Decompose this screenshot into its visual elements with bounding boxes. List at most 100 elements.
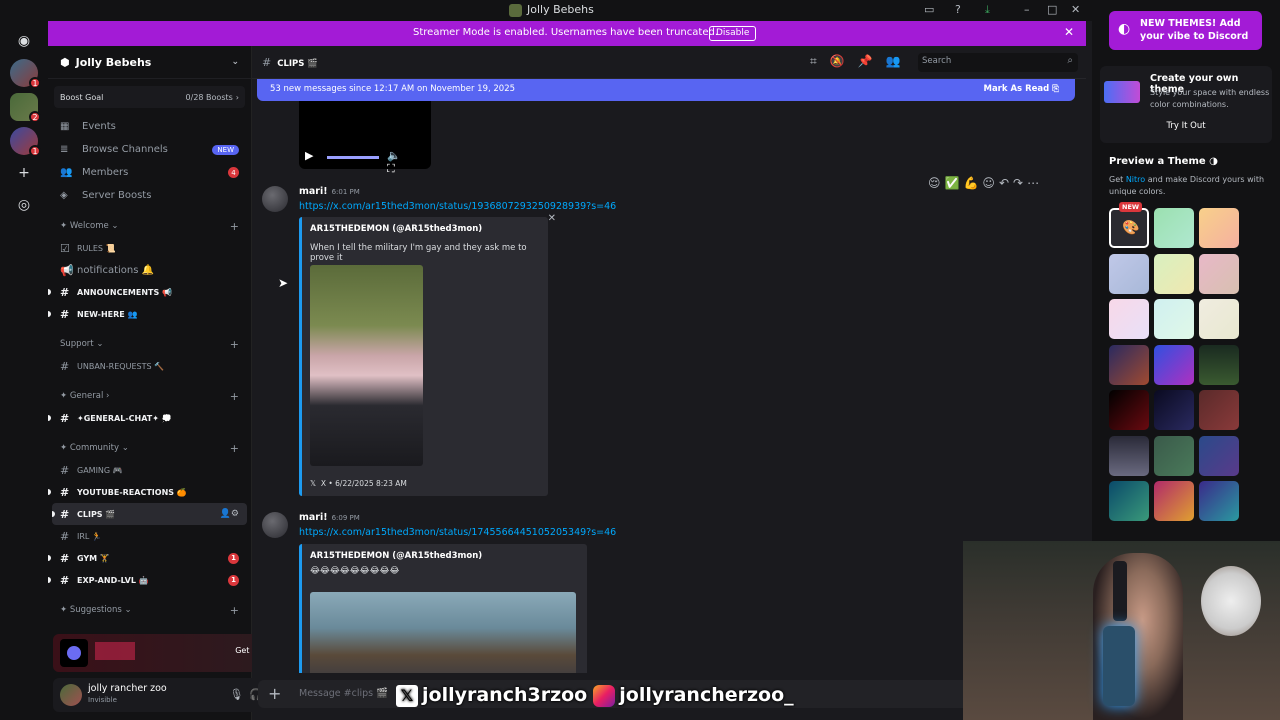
nitro-link[interactable]: Nitro [1126, 175, 1145, 184]
theme-swatch-sunset[interactable] [1109, 345, 1149, 385]
channel-exp-and-lvl[interactable]: # EXP-AND-LVL 🤖 1 [48, 569, 251, 591]
close-window-icon[interactable]: ✕ [1071, 3, 1080, 16]
theme-swatch-periwinkle[interactable] [1109, 254, 1149, 294]
embed-author[interactable]: AR15THEDEMON (@AR15thed3mon) [310, 224, 482, 234]
theme-swatch-blush[interactable] [1109, 299, 1149, 339]
close-icon[interactable]: ✕ [1064, 25, 1074, 39]
category-support[interactable]: Support ⌄ + [48, 333, 251, 355]
theme-swatch-custom[interactable]: NEW 🎨 [1109, 202, 1149, 248]
more-icon[interactable]: ⋯ [1027, 176, 1043, 190]
microphone-icon[interactable]: 🎙 [229, 688, 249, 701]
embed-author[interactable]: AR15THEDEMON (@AR15thed3mon) [310, 551, 482, 561]
theme-swatch-peach[interactable] [1199, 208, 1239, 248]
maximize-icon[interactable]: □ [1047, 3, 1057, 16]
theme-swatch-sage[interactable] [1154, 436, 1194, 476]
mark-as-read-button[interactable]: Mark As Read ⎘ [983, 84, 1059, 94]
reaction-check-icon[interactable]: ✅ [945, 176, 964, 190]
channel-rules[interactable]: ☑ RULES 📜 [48, 237, 251, 259]
forward-icon[interactable]: ↷ [1013, 176, 1027, 190]
member-list-icon[interactable]: 👥 [886, 54, 914, 68]
add-reaction-icon[interactable]: ☺ [982, 176, 999, 190]
channel-settings-icon[interactable]: 👤⚙ [220, 509, 239, 519]
channel-new-here[interactable]: # NEW-HERE 👥 [48, 303, 251, 325]
nav-browse-channels[interactable]: ≣ Browse Channels NEW [48, 138, 251, 161]
add-channel-icon[interactable]: + [230, 220, 239, 233]
theme-swatch-neon[interactable] [1154, 345, 1194, 385]
nav-server-boosts[interactable]: ◈ Server Boosts [48, 184, 251, 207]
theme-swatch-midnight[interactable] [1154, 390, 1194, 430]
minimize-icon[interactable]: – [1024, 3, 1030, 16]
add-channel-icon[interactable]: + [230, 390, 239, 403]
message-link[interactable]: https://x.com/ar15thed3mon/status/193680… [299, 201, 616, 212]
play-icon[interactable]: ▶ [305, 149, 313, 162]
close-embed-icon[interactable]: ✕ [548, 213, 556, 224]
disable-button[interactable]: Disable [709, 26, 757, 41]
channel-announcements[interactable]: # ANNOUNCEMENTS 📢 [48, 281, 251, 303]
channel-youtube-reactions[interactable]: # YOUTUBE-REACTIONS 🍊 [48, 481, 251, 503]
channel-unban-requests[interactable]: # UNBAN-REQUESTS 🔨 [48, 355, 251, 377]
message-author[interactable]: mari! 6:01 PM [299, 186, 360, 197]
channel-notifications[interactable]: 📢 notifications 🔔 [48, 259, 251, 281]
channel-clips[interactable]: # CLIPS 🎬 👤⚙ [52, 503, 247, 525]
reaction-relieved-icon[interactable]: 😌 [928, 176, 945, 190]
channel-gaming[interactable]: # GAMING 🎮 [48, 459, 251, 481]
theme-swatch-lime[interactable] [1154, 254, 1194, 294]
theme-swatch-cream[interactable] [1199, 299, 1239, 339]
new-messages-bar[interactable]: 53 new messages since 12:17 AM on Novemb… [257, 79, 1075, 101]
message-link[interactable]: https://x.com/ar15thed3mon/status/174556… [299, 527, 616, 538]
category-suggestions[interactable]: ✦ Suggestions ⌄ + [48, 599, 251, 621]
avatar[interactable] [262, 512, 288, 538]
volume-fullscreen-icons[interactable]: 🔈⛶ [387, 149, 431, 176]
try-it-out-button[interactable]: Try It Out [1100, 121, 1272, 131]
server-avatar-1[interactable]: 1 [10, 59, 41, 89]
theme-swatch-slate[interactable] [1109, 436, 1149, 476]
inbox-icon[interactable]: ▭ [924, 3, 934, 16]
add-channel-icon[interactable]: + [230, 442, 239, 455]
reaction-flex-icon[interactable]: 💪 [963, 176, 982, 190]
threads-icon[interactable]: ⌗ [810, 54, 830, 68]
help-icon[interactable]: ? [955, 3, 961, 16]
discover-icon[interactable]: ◎ [10, 191, 38, 219]
video-player[interactable]: ▶ 🔈⛶ [299, 101, 431, 175]
message-input[interactable]: Message #clips 🎬 [299, 688, 388, 699]
add-channel-icon[interactable]: + [230, 338, 239, 351]
new-themes-promo[interactable]: ◐ NEW THEMES! Add your vibe to Discord [1109, 11, 1262, 50]
avatar[interactable] [60, 684, 82, 706]
theme-swatch-ocean[interactable] [1199, 436, 1239, 476]
server-avatar-3[interactable]: 1 [10, 127, 41, 157]
reply-icon[interactable]: ↶ [999, 176, 1013, 190]
theme-swatch-rose[interactable] [1199, 254, 1239, 294]
theme-swatch-mint[interactable] [1154, 208, 1194, 248]
category-welcome[interactable]: ✦ Welcome ⌄ + [48, 215, 251, 237]
download-icon[interactable]: ⤓ [985, 3, 990, 17]
channel-general-chat[interactable]: # ✦GENERAL-CHAT✦ 💭 [48, 407, 251, 429]
category-community[interactable]: ✦ Community ⌄ + [48, 437, 251, 459]
nav-events[interactable]: ▦ Events [48, 115, 251, 138]
theme-swatch-aqua[interactable] [1154, 299, 1194, 339]
video-progress[interactable] [327, 156, 379, 159]
discord-home-icon[interactable]: ◉ [10, 27, 38, 55]
add-server-icon[interactable]: + [10, 159, 38, 187]
channel-irl[interactable]: # IRL 🏃 [48, 525, 251, 547]
theme-swatch-sunrise[interactable] [1154, 481, 1194, 521]
theme-swatch-forest[interactable] [1199, 345, 1239, 385]
add-channel-icon[interactable]: + [230, 604, 239, 617]
avatar[interactable] [262, 186, 288, 212]
theme-swatch-maroon[interactable] [1199, 390, 1239, 430]
server-avatar-jolly-bebehs[interactable]: 2 [10, 93, 41, 123]
server-header[interactable]: ⬢ Jolly Bebehs ⌄ [48, 46, 251, 79]
volume-icon[interactable]: 🔈 [387, 149, 415, 162]
category-general[interactable]: ✦ General › + [48, 385, 251, 407]
nav-members[interactable]: 👥 Members 4 [48, 161, 251, 184]
mute-icon[interactable]: 🔕 [830, 54, 858, 68]
pin-icon[interactable]: 📌 [858, 54, 886, 68]
theme-swatch-teal[interactable] [1109, 481, 1149, 521]
boost-goal[interactable]: Boost Goal 0/28 Boosts › [54, 86, 245, 108]
embed-image[interactable] [310, 592, 576, 673]
theme-swatch-crimson[interactable] [1109, 390, 1149, 430]
theme-swatch-aurora[interactable] [1199, 481, 1239, 521]
search-input[interactable]: Search ⌕ [918, 53, 1078, 72]
channel-gym[interactable]: # GYM 🏋 1 [48, 547, 251, 569]
attach-plus-icon[interactable]: + [268, 684, 281, 703]
message-author[interactable]: mari! 6:09 PM [299, 512, 360, 523]
